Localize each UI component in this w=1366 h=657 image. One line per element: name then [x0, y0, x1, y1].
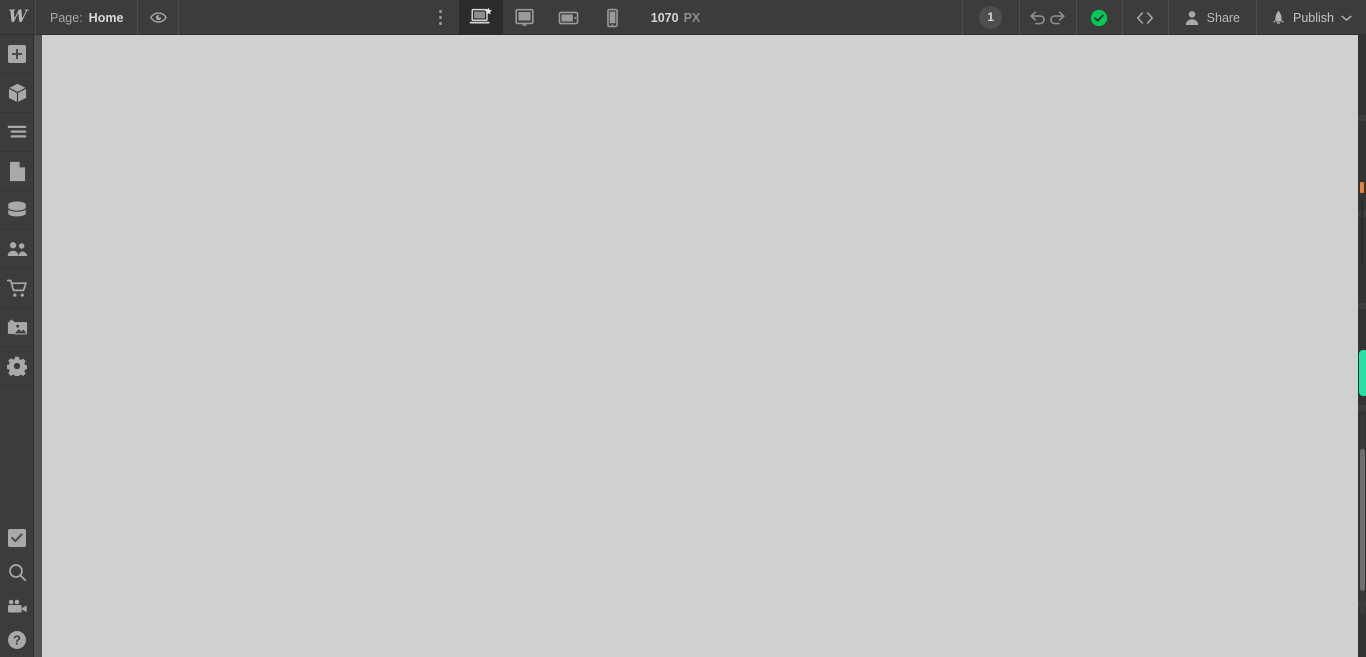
sidebar-item-add[interactable]: [0, 35, 34, 74]
gear-icon: [7, 356, 27, 376]
share-label: Share: [1206, 10, 1241, 25]
share-button[interactable]: Share: [1169, 0, 1256, 35]
desktop-star-icon: [469, 7, 493, 28]
code-brackets-icon: [1135, 10, 1155, 26]
eye-icon: [149, 9, 167, 26]
device-tablet-button[interactable]: [503, 0, 547, 35]
page-selector[interactable]: Page: Home: [36, 0, 137, 35]
chevron-down-icon: [1341, 14, 1352, 22]
question-circle-icon: ?: [7, 630, 27, 650]
toolbar-left-spacer: [179, 0, 422, 34]
checkbox-check-icon: [8, 529, 26, 547]
device-desktop-button[interactable]: [458, 0, 503, 35]
plus-square-icon: [8, 45, 26, 63]
images-icon: [7, 318, 28, 337]
code-export-button[interactable]: [1123, 0, 1168, 35]
sidebar-item-cms[interactable]: [0, 191, 34, 230]
publish-button[interactable]: Publish: [1257, 0, 1366, 35]
sidebar-item-audit[interactable]: [0, 521, 34, 555]
webflow-designer-window: W Page: Home 1070 PX 1 Share Publish ?: [0, 0, 1366, 657]
webflow-rocket-icon: [1271, 10, 1286, 26]
sidebar-item-video[interactable]: [0, 589, 34, 623]
sidebar-item-users[interactable]: [0, 230, 34, 269]
viewport-size-value: 1070: [650, 10, 679, 25]
notifications-button[interactable]: 1: [963, 0, 1019, 35]
mobile-icon: [606, 8, 619, 28]
style-panel-handle[interactable]: [1359, 350, 1366, 396]
navigator-icon: [7, 125, 27, 139]
viewport-size-display[interactable]: 1070 PX: [635, 0, 719, 35]
shopping-cart-icon: [6, 279, 28, 298]
sidebar-item-help[interactable]: ?: [0, 623, 34, 657]
magnifier-icon: [8, 563, 27, 582]
sidebar-item-navigator[interactable]: [0, 113, 34, 152]
vertical-scrollbar-thumb[interactable]: [1360, 449, 1365, 591]
sidebar-item-components[interactable]: [0, 74, 34, 113]
preview-toggle-button[interactable]: [138, 0, 178, 35]
page-icon: [9, 161, 26, 182]
monitor-icon: [514, 8, 535, 27]
publish-label: Publish: [1293, 10, 1335, 25]
page-name: Home: [88, 10, 124, 25]
page-label: Page:: [50, 10, 83, 25]
webflow-logo-glyph: W: [8, 7, 27, 27]
device-mobile-landscape-button[interactable]: [547, 0, 591, 35]
sidebar-item-pages[interactable]: [0, 152, 34, 191]
top-toolbar: W Page: Home 1070 PX 1 Share Publish: [0, 0, 1366, 35]
database-icon: [7, 200, 27, 220]
canvas-left-gutter: [34, 35, 42, 657]
right-panel-segment: [1358, 121, 1366, 211]
sidebar-item-search[interactable]: [0, 555, 34, 589]
toolbar-right-spacer: [718, 0, 961, 34]
redo-arrow-icon: [1048, 9, 1067, 26]
sidebar-item-settings[interactable]: [0, 347, 34, 386]
sidebar-item-ecommerce[interactable]: [0, 269, 34, 308]
tablet-landscape-icon: [558, 10, 579, 26]
undo-button[interactable]: [1020, 0, 1048, 35]
green-check-circle-icon: [1090, 9, 1108, 27]
video-camera-icon: [7, 598, 28, 614]
sidebar-item-assets[interactable]: [0, 308, 34, 347]
panel-rule: [1361, 200, 1363, 262]
left-sidebar: ?: [0, 35, 34, 657]
undo-arrow-icon: [1028, 9, 1047, 26]
device-mobile-portrait-button[interactable]: [591, 0, 635, 35]
orange-status-marker: [1360, 182, 1364, 193]
sidebar-bottom-group: ?: [0, 521, 33, 657]
status-badge: 1: [979, 6, 1003, 29]
person-icon: [1185, 10, 1199, 26]
design-canvas[interactable]: [42, 35, 1358, 657]
cube-icon: [8, 83, 27, 103]
people-icon: [7, 241, 28, 257]
right-panel-segment: [1358, 35, 1366, 115]
redo-button[interactable]: [1048, 0, 1076, 35]
svg-text:?: ?: [13, 633, 21, 648]
viewport-size-unit: PX: [683, 10, 701, 25]
three-dots-vertical-icon: [439, 10, 443, 25]
right-panel-edge: [1358, 35, 1366, 657]
save-status-indicator: [1077, 0, 1122, 35]
more-options-button[interactable]: [423, 0, 459, 35]
webflow-logo-button[interactable]: W: [0, 0, 35, 35]
